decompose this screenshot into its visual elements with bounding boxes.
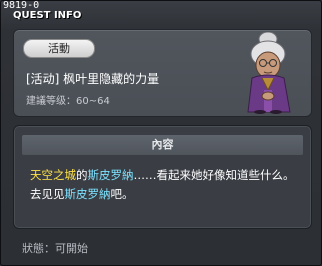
elderly-npc-portrait-icon xyxy=(247,32,291,114)
quest-summary-panel: 活動 [活动] 枫叶里隐藏的力量 建議等级：60~64 xyxy=(13,29,312,117)
npc-name-link: 斯皮罗納 xyxy=(64,187,111,201)
quest-name: [活动] 枫叶里隐藏的力量 xyxy=(26,72,160,86)
quest-info-window: 9819-0 QUEST INFO 活動 [活动] 枫叶里隐藏的力量 建議等级：… xyxy=(0,0,322,266)
text-segment: 天空之城 xyxy=(30,168,76,182)
npc-name-link: 斯皮罗納 xyxy=(87,168,134,182)
content-header: 內容 xyxy=(22,135,303,155)
quest-content-panel: 內容 天空之城的斯皮罗納……看起来她好像知道些什么。去见见斯皮罗納吧。 xyxy=(13,125,312,229)
window-title: QUEST INFO xyxy=(13,10,82,21)
text-segment: 吧。 xyxy=(110,187,134,201)
recommended-level: 建議等级：60~64 xyxy=(26,96,110,107)
text-segment: 的 xyxy=(76,168,88,182)
category-badge: 活動 xyxy=(23,39,95,58)
quest-description: 天空之城的斯皮罗納……看起来她好像知道些什么。去见见斯皮罗納吧。 xyxy=(30,166,302,204)
quest-status: 狀態：可開始 xyxy=(22,242,88,255)
